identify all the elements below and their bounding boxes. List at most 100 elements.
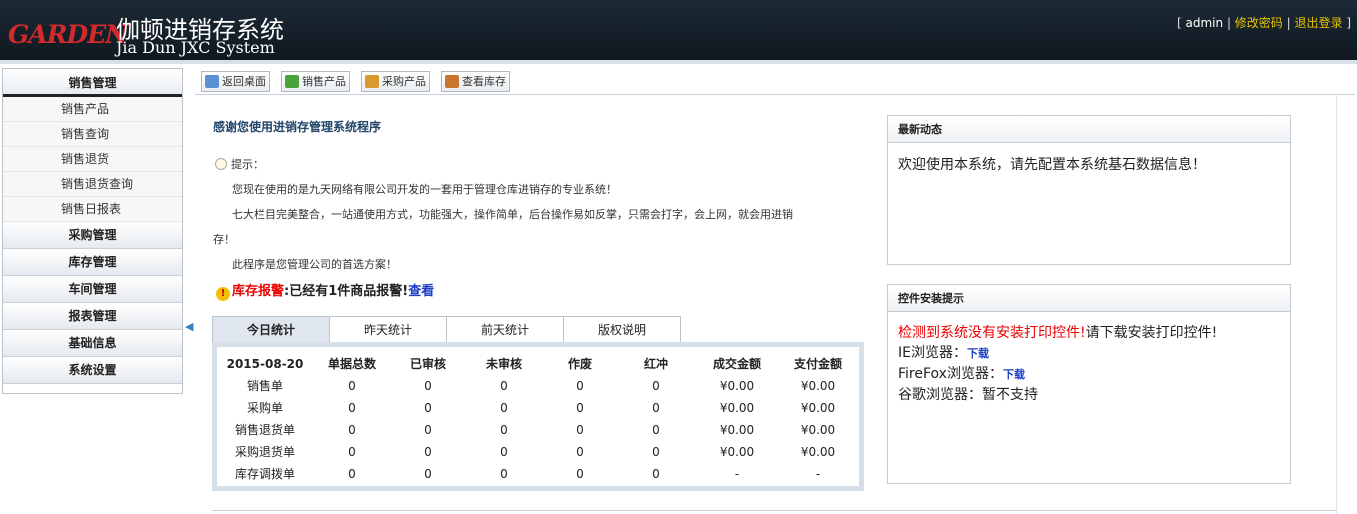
app-subtitle: Jia Dun JXC System — [116, 38, 275, 57]
table-cell: 0 — [500, 423, 508, 437]
plugin-warning: 检测到系统没有安装打印控件! — [898, 325, 1086, 341]
sidebar: 销售管理 销售产品 销售查询 销售退货 销售退货查询 销售日报表 采购管理 库存… — [2, 68, 183, 394]
sell-product-button[interactable]: 销售产品 — [281, 71, 350, 92]
table-cell: 0 — [500, 467, 508, 481]
table-row: 采购退货单 0 0 0 0 0 ¥0.00 ¥0.00 — [220, 441, 856, 463]
table-header: 已审核 — [409, 357, 446, 371]
table-cell: 0 — [652, 401, 660, 415]
table-cell: 0 — [348, 379, 356, 393]
sidebar-category[interactable]: 基础信息 — [3, 330, 182, 357]
table-cell: 0 — [424, 379, 432, 393]
feature-paragraph-cont: 存！ — [213, 233, 235, 246]
logo-mark: GARDEN — [8, 20, 128, 49]
sidebar-item[interactable]: 销售产品 — [3, 97, 182, 122]
sidebar-category[interactable]: 库存管理 — [3, 249, 182, 276]
toolbar-label: 采购产品 — [382, 75, 426, 88]
table-cell: 0 — [500, 401, 508, 415]
purchase-product-button[interactable]: 采购产品 — [361, 71, 430, 92]
table-row: 销售退货单 0 0 0 0 0 ¥0.00 ¥0.00 — [220, 419, 856, 441]
sidebar-category[interactable]: 报表管理 — [3, 303, 182, 330]
stats-table: 2015-08-20 单据总数 已审核 未审核 作废 红冲 成交金额 支付金额 … — [220, 353, 856, 485]
table-header: 成交金额 — [712, 357, 761, 371]
sidebar-category[interactable]: 系统设置 — [3, 357, 182, 384]
change-password-link[interactable]: 修改密码 — [1235, 16, 1283, 30]
sidebar-item[interactable]: 销售日报表 — [3, 197, 182, 222]
sell-icon — [285, 75, 299, 88]
table-cell: 0 — [576, 423, 584, 437]
stock-icon — [445, 75, 459, 88]
table-row: 库存调拨单 0 0 0 0 0 - - — [220, 463, 856, 485]
table-cell: - — [815, 467, 821, 481]
plugin-warning-rest: 请下载安装打印控件! — [1085, 325, 1218, 341]
desktop-icon — [205, 75, 219, 88]
feature-paragraph: 七大栏目完美整合，一站通使用方式，功能强大，操作简单，后台操作易如反掌，只需会打… — [232, 208, 793, 221]
recommend-paragraph: 此程序是您管理公司的首选方案！ — [232, 258, 397, 271]
sidebar-head-sales[interactable]: 销售管理 — [3, 69, 182, 97]
back-desktop-button[interactable]: 返回桌面 — [201, 71, 270, 92]
toolbar-label: 销售产品 — [302, 75, 346, 88]
current-user: admin — [1185, 16, 1224, 30]
purchase-icon — [365, 75, 379, 88]
chrome-line: 谷歌浏览器：暂不支持 — [898, 387, 1038, 403]
table-cell: 0 — [576, 401, 584, 415]
header-divider — [0, 60, 1357, 64]
table-header: 红冲 — [643, 357, 668, 371]
app-header: GARDEN 伽顿进销存系统 Jia Dun JXC System [ admi… — [0, 0, 1357, 60]
table-cell: 库存调拨单 — [234, 467, 295, 481]
ie-label: IE浏览器： — [898, 345, 967, 361]
table-cell: 0 — [424, 445, 432, 459]
table-cell: ¥0.00 — [800, 423, 836, 437]
plugin-warning-line: 检测到系统没有安装打印控件!请下载安装打印控件! — [898, 323, 1217, 343]
sidebar-item[interactable]: 销售查询 — [3, 122, 182, 147]
plugin-info: 检测到系统没有安装打印控件!请下载安装打印控件! IE浏览器：下载 FireFo… — [898, 323, 1217, 405]
table-cell: 0 — [652, 467, 660, 481]
table-cell: 0 — [500, 379, 508, 393]
tab-day-before[interactable]: 前天统计 — [446, 316, 564, 343]
table-cell: 0 — [652, 423, 660, 437]
tab-copyright[interactable]: 版权说明 — [563, 316, 681, 343]
table-cell: ¥0.00 — [719, 379, 755, 393]
intro-paragraph: 您现在使用的是九天网络有限公司开发的一套用于管理仓库进销存的专业系统！ — [232, 183, 617, 196]
table-cell: 0 — [348, 401, 356, 415]
logout-link[interactable]: 退出登录 — [1294, 16, 1342, 30]
table-cell: 0 — [348, 445, 356, 459]
table-cell: 采购退货单 — [234, 445, 295, 459]
sidebar-item[interactable]: 销售退货查询 — [3, 172, 182, 197]
ie-download-link[interactable]: 下载 — [967, 347, 989, 360]
table-cell: 0 — [576, 467, 584, 481]
alarm-view-link[interactable]: 查看 — [408, 284, 434, 299]
sidebar-item[interactable]: 销售退货 — [3, 147, 182, 172]
firefox-label: FireFox浏览器： — [898, 366, 1003, 382]
toolbar-label: 返回桌面 — [222, 75, 266, 88]
table-row: 采购单 0 0 0 0 0 ¥0.00 ¥0.00 — [220, 397, 856, 419]
sidebar-category[interactable]: 车间管理 — [3, 276, 182, 303]
news-text: 欢迎使用本系统，请先配置本系统基石数据信息！ — [898, 157, 1206, 173]
table-cell: ¥0.00 — [800, 379, 836, 393]
tab-today[interactable]: 今日统计 — [212, 316, 330, 343]
tip-label: 提示： — [231, 158, 264, 171]
content-bottom-border — [212, 510, 1336, 511]
table-header: 作废 — [567, 357, 592, 371]
table-cell: ¥0.00 — [719, 445, 755, 459]
collapse-sidebar-icon[interactable]: ◀ — [185, 320, 193, 333]
sidebar-category[interactable]: 采购管理 — [3, 222, 182, 249]
ie-line: IE浏览器：下载 — [898, 343, 1217, 364]
tab-yesterday[interactable]: 昨天统计 — [329, 316, 447, 343]
table-cell: 0 — [424, 401, 432, 415]
view-stock-button[interactable]: 查看库存 — [441, 71, 510, 92]
table-cell: 销售退货单 — [234, 423, 295, 437]
table-cell: 0 — [348, 423, 356, 437]
top-links: [ admin | 修改密码 | 退出登录 ] — [1177, 16, 1351, 30]
table-cell: ¥0.00 — [800, 445, 836, 459]
table-header-row: 2015-08-20 单据总数 已审核 未审核 作废 红冲 成交金额 支付金额 — [220, 353, 856, 375]
table-cell: 0 — [652, 379, 660, 393]
table-cell: 0 — [424, 423, 432, 437]
warning-icon: ! — [216, 287, 230, 301]
toolbar-label: 查看库存 — [462, 75, 506, 88]
table-cell: 0 — [348, 467, 356, 481]
news-title: 最新动态 — [888, 116, 1290, 143]
table-cell: 采购单 — [246, 401, 283, 415]
content-border — [1336, 96, 1337, 514]
firefox-download-link[interactable]: 下载 — [1003, 368, 1025, 381]
table-cell: ¥0.00 — [719, 423, 755, 437]
